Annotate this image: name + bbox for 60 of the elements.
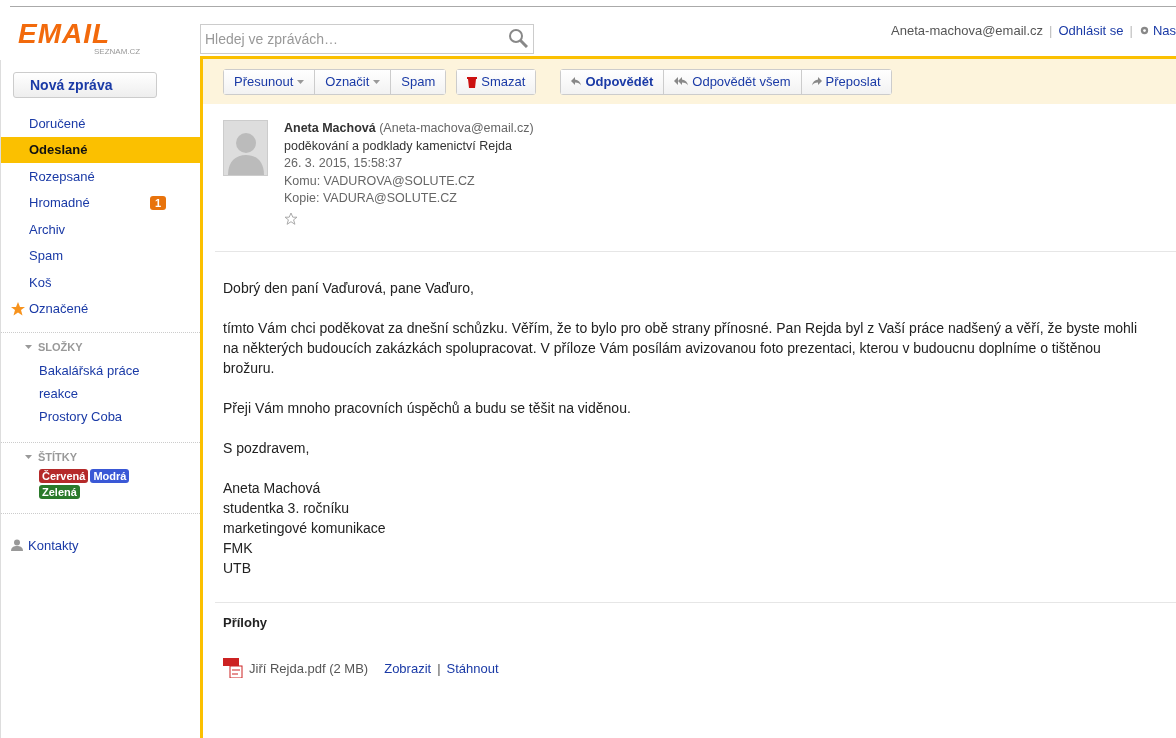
subject: poděkování a podklady kamenictví Rejda xyxy=(284,137,513,155)
folder-item[interactable]: reakce xyxy=(1,382,200,405)
forward-arrow-icon xyxy=(811,77,822,86)
gear-icon xyxy=(1138,25,1150,36)
separator: | xyxy=(1129,23,1133,38)
message-paragraph: tímto Vám chci poděkovat za dnešní schůzku. Věřím, že to bylo pro obě strany přínosné. Pan Rejda byl z Vaší práce nadšený a věří, že byste mohli na některých budoucích zakázkách spolupracovat. V příloze Vám posílám avizovanou foto prezentaci, kterou v budoucnu doplníme o tištěnou brožuru. xyxy=(223,319,1139,378)
label-tag[interactable]: Zelená xyxy=(39,485,80,499)
folder-item[interactable]: Spam xyxy=(1,242,200,269)
folder-item[interactable]: Bakalářská práce xyxy=(1,359,200,382)
cc-recipient: Kopie: VADURA@SOLUTE.CZ xyxy=(284,190,458,207)
download-link[interactable]: Stáhnout xyxy=(446,660,499,676)
toolbar-button[interactable]: Odpovědět xyxy=(561,69,664,94)
message-paragraph: Přeji Vám mnoho pracovních úspěchů a budu se těšit na viděnou. xyxy=(223,399,632,418)
folder-item[interactable]: Hromadné 1 xyxy=(1,189,200,216)
trash-icon xyxy=(467,75,478,88)
account-email: Aneta-machova@email.cz xyxy=(891,23,1044,38)
caret-icon xyxy=(25,455,32,459)
folder-item[interactable]: Označené xyxy=(1,295,200,322)
folder-item[interactable]: Koš xyxy=(1,269,200,296)
star-icon xyxy=(284,211,298,226)
folder-item[interactable]: Prostory Coba xyxy=(1,405,200,428)
toolbar-button[interactable]: Spam xyxy=(390,69,446,94)
person-icon xyxy=(11,539,23,552)
message-paragraph: Dobrý den paní Vaďurová, pane Vaďuro, xyxy=(223,279,475,298)
label-tag[interactable]: Modrá xyxy=(90,469,130,483)
star-icon xyxy=(11,301,25,316)
message-paragraph: S pozdravem, xyxy=(223,439,311,458)
attachments-heading: Přílohy xyxy=(222,614,269,632)
caret-icon xyxy=(373,79,381,84)
date: 26. 3. 2015, 15:58:37 xyxy=(284,155,404,172)
folder-item[interactable]: Doručené xyxy=(1,110,200,137)
double-arrow-icon xyxy=(674,77,689,86)
folder-item[interactable]: Odeslané xyxy=(1,136,200,163)
message-paragraph: Aneta Machová studentka 3. ročníku marketingové komunikace FMK UTB xyxy=(223,479,387,578)
settings-link[interactable]: Nas xyxy=(1138,23,1176,38)
contacts-link[interactable]: Kontakty xyxy=(1,532,200,559)
toolbar-button[interactable]: Označit xyxy=(314,69,391,94)
label-tag[interactable]: Červená xyxy=(39,469,89,483)
toolbar-button[interactable]: Smazat xyxy=(457,69,536,94)
toolbar-button[interactable]: Přeposlat xyxy=(800,69,891,94)
attachment-name: Jiří Rejda.pdf (2 MB) xyxy=(249,660,369,676)
toolbar-button[interactable]: Odpovědět všem xyxy=(663,69,801,94)
separator: | xyxy=(437,660,441,676)
logout-link[interactable]: Odhlásit se xyxy=(1058,23,1124,38)
caret-icon xyxy=(297,79,305,84)
recipient: Komu: VADUROVA@SOLUTE.CZ xyxy=(284,172,476,190)
pdf-file-icon xyxy=(223,658,243,678)
folder-item[interactable]: Archiv xyxy=(1,216,200,243)
caret-icon xyxy=(25,345,32,349)
separator: | xyxy=(1049,23,1053,38)
search-field[interactable]: Hledej ve zprávách… xyxy=(200,24,534,54)
new-message-button[interactable]: Nová zpráva xyxy=(13,72,157,98)
toolbar-button[interactable]: Přesunout xyxy=(224,69,315,94)
avatar xyxy=(223,120,268,176)
view-link[interactable]: Zobrazit xyxy=(384,660,432,676)
search-icon xyxy=(508,28,528,48)
reply-arrow-icon xyxy=(571,77,582,86)
unread-badge: 1 xyxy=(149,195,166,210)
sender: Aneta Machová (Aneta-machova@email.cz) xyxy=(284,120,534,137)
folder-item[interactable]: Rozepsané xyxy=(1,163,200,190)
